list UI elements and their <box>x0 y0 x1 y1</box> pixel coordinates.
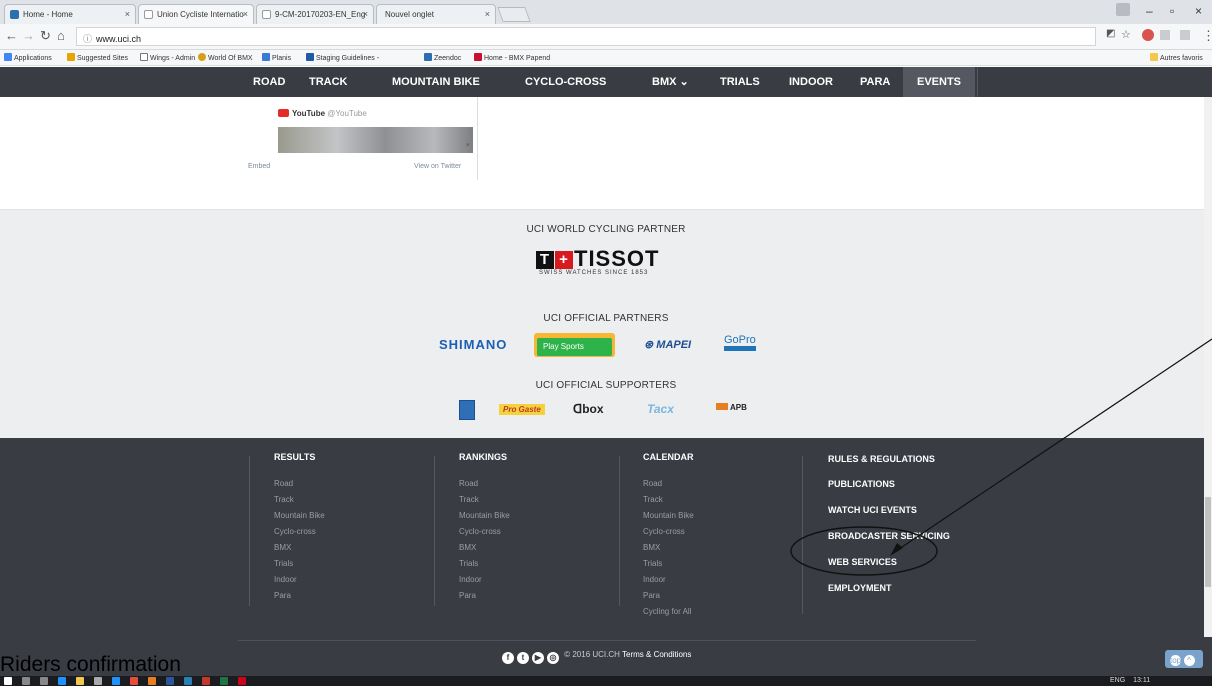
excel-icon[interactable] <box>220 677 228 685</box>
windows-taskbar: ENG 13:11 <box>0 676 1212 686</box>
search-icon[interactable] <box>22 677 30 685</box>
annotation-overlay <box>790 338 1212 576</box>
store-icon[interactable] <box>94 677 102 685</box>
language-indicator[interactable]: ENG <box>1110 677 1125 684</box>
task-view-icon[interactable] <box>40 677 48 685</box>
app-icon[interactable] <box>148 677 156 685</box>
annotation-arrowhead-icon <box>890 543 903 556</box>
system-tray: ENG 13:11 <box>1110 676 1150 686</box>
ie-icon[interactable] <box>112 677 120 685</box>
start-icon[interactable] <box>4 677 12 685</box>
annotation-circle <box>790 526 938 576</box>
annotation-caption: Riders confirmation <box>0 653 181 676</box>
word-icon[interactable] <box>166 677 174 685</box>
acrobat-icon[interactable] <box>238 677 246 685</box>
chrome-icon[interactable] <box>130 677 138 685</box>
clock[interactable]: 13:11 <box>1133 677 1150 684</box>
explorer-icon[interactable] <box>76 677 84 685</box>
annotation-arrow-line <box>895 338 1212 552</box>
outlook-icon[interactable] <box>184 677 192 685</box>
edge-icon[interactable] <box>58 677 66 685</box>
powerpoint-icon[interactable] <box>202 677 210 685</box>
